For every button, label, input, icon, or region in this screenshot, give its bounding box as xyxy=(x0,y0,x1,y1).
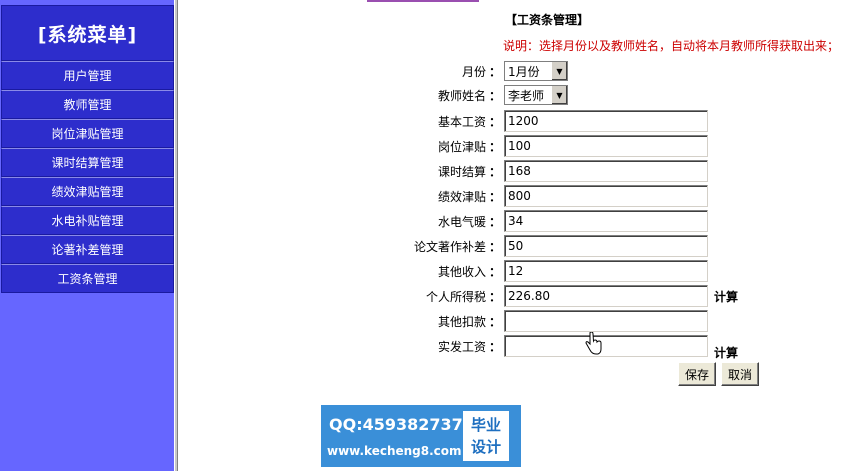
menu-title: [系统菜单] xyxy=(1,5,174,61)
colon: ： xyxy=(488,189,501,204)
chevron-down-icon[interactable]: ▼ xyxy=(551,62,567,80)
month-label: 月份 xyxy=(461,64,486,79)
income-tax-row: 个人所得税 ： 计算 xyxy=(380,285,738,307)
sidebar-item-class-hours[interactable]: 课时结算管理 xyxy=(1,148,174,177)
top-strip xyxy=(367,0,479,2)
colon: ： xyxy=(488,339,501,354)
performance-row: 绩效津贴 ： xyxy=(380,185,708,207)
logo-badge-line1: 毕业 xyxy=(470,416,501,434)
other-deduction-input[interactable] xyxy=(504,310,708,332)
net-salary-label: 实发工资 xyxy=(437,339,486,354)
instruction-note: 说明：选择月份以及教师姓名，自动将本月教师所得获取出来； xyxy=(503,39,840,53)
thesis-label: 论文著作补差 xyxy=(413,239,486,254)
colon: ： xyxy=(488,289,501,304)
tax-calculate-link[interactable]: 计算 xyxy=(714,288,738,305)
month-select[interactable]: 1月份 ▼ xyxy=(504,61,568,81)
chevron-down-icon[interactable]: ▼ xyxy=(551,86,567,104)
sidebar-item-post-allowance[interactable]: 岗位津贴管理 xyxy=(1,119,174,148)
teacher-select[interactable]: 李老师 ▼ xyxy=(504,85,568,105)
watermark-logo: QQ:459382737 www.kecheng8.com 毕业 设计 xyxy=(321,405,521,467)
frame-splitter[interactable] xyxy=(174,0,178,471)
sidebar-item-performance[interactable]: 绩效津贴管理 xyxy=(1,177,174,206)
teacher-label: 教师姓名 xyxy=(437,88,486,103)
colon: ： xyxy=(488,139,501,154)
other-income-row: 其他收入 ： xyxy=(380,260,708,282)
class-hours-label: 课时结算 xyxy=(437,164,486,179)
class-hours-input[interactable] xyxy=(504,160,708,182)
performance-label: 绩效津贴 xyxy=(437,189,486,204)
logo-qq-text: QQ:459382737 xyxy=(329,415,463,434)
colon: ： xyxy=(488,88,501,103)
teacher-value: 李老师 xyxy=(508,88,545,103)
base-salary-input[interactable] xyxy=(504,110,708,132)
month-row: 月份 ： 1月份 ▼ xyxy=(380,60,568,82)
sidebar-item-utilities[interactable]: 水电补贴管理 xyxy=(1,206,174,235)
class-hours-row: 课时结算 ： xyxy=(380,160,708,182)
other-income-label: 其他收入 xyxy=(437,264,486,279)
colon: ： xyxy=(488,164,501,179)
teacher-row: 教师姓名 ： 李老师 ▼ xyxy=(380,84,568,106)
logo-url-text: www.kecheng8.com xyxy=(327,444,462,458)
menu-list: 用户管理 教师管理 岗位津贴管理 课时结算管理 绩效津贴管理 水电补贴管理 论著… xyxy=(1,61,174,293)
logo-badge: 毕业 设计 xyxy=(463,411,509,461)
performance-input[interactable] xyxy=(504,185,708,207)
base-salary-label: 基本工资 xyxy=(437,114,486,129)
logo-badge-line2: 设计 xyxy=(470,438,501,456)
utilities-input[interactable] xyxy=(504,210,708,232)
colon: ： xyxy=(488,264,501,279)
colon: ： xyxy=(488,64,501,79)
net-salary-row: 实发工资 ： 计算 xyxy=(380,335,738,360)
sidebar-item-teacher-management[interactable]: 教师管理 xyxy=(1,90,174,119)
cancel-button[interactable]: 取消 xyxy=(721,362,759,386)
month-value: 1月份 xyxy=(508,64,540,79)
utilities-row: 水电气暖 ： xyxy=(380,210,708,232)
sidebar-item-payslip[interactable]: 工资条管理 xyxy=(1,264,174,293)
page-title: 【工资条管理】 xyxy=(505,13,590,27)
thesis-input[interactable] xyxy=(504,235,708,257)
other-deduction-row: 其他扣款 ： xyxy=(380,310,708,332)
post-allowance-label: 岗位津贴 xyxy=(437,139,486,154)
net-salary-input[interactable] xyxy=(504,335,708,357)
hand-cursor-icon xyxy=(585,332,602,355)
sidebar: [系统菜单] 用户管理 教师管理 岗位津贴管理 课时结算管理 绩效津贴管理 水电… xyxy=(0,0,176,471)
colon: ： xyxy=(488,314,501,329)
sidebar-item-user-management[interactable]: 用户管理 xyxy=(1,61,174,90)
other-deduction-label: 其他扣款 xyxy=(437,314,486,329)
net-calculate-link[interactable]: 计算 xyxy=(714,344,738,361)
colon: ： xyxy=(488,239,501,254)
save-button[interactable]: 保存 xyxy=(678,362,716,386)
other-income-input[interactable] xyxy=(504,260,708,282)
utilities-label: 水电气暖 xyxy=(437,214,486,229)
thesis-row: 论文著作补差 ： xyxy=(380,235,708,257)
colon: ： xyxy=(488,214,501,229)
sidebar-item-thesis[interactable]: 论著补差管理 xyxy=(1,235,174,264)
income-tax-label: 个人所得税 xyxy=(425,289,486,304)
colon: ： xyxy=(488,114,501,129)
income-tax-input[interactable] xyxy=(504,285,708,307)
base-salary-row: 基本工资 ： xyxy=(380,110,708,132)
post-allowance-input[interactable] xyxy=(504,135,708,157)
post-allowance-row: 岗位津贴 ： xyxy=(380,135,708,157)
